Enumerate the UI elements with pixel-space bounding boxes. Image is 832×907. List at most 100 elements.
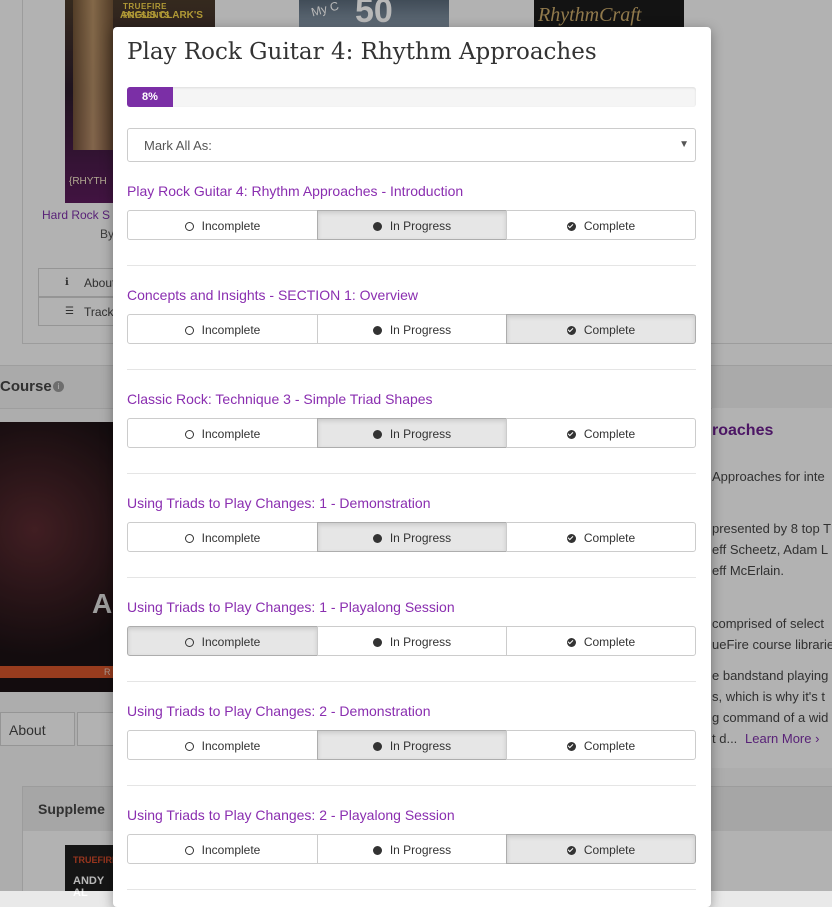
check-circle-icon <box>566 638 576 647</box>
status-button-label: In Progress <box>389 531 452 545</box>
status-button-content: In Progress <box>318 323 506 337</box>
status-button-label: Incomplete <box>201 843 261 857</box>
filled-circle-icon <box>372 742 382 751</box>
status-button-content: Incomplete <box>128 739 317 753</box>
lesson-title-link[interactable]: Concepts and Insights - SECTION 1: Overv… <box>127 287 696 307</box>
filled-circle-icon <box>372 430 382 439</box>
lesson-title-link[interactable]: Play Rock Guitar 4: Rhythm Approaches - … <box>127 183 696 203</box>
status-button-content: Complete <box>507 323 695 337</box>
filled-circle-icon <box>372 326 382 335</box>
status-button-content: Complete <box>507 635 695 649</box>
status-button-label: Incomplete <box>201 219 261 233</box>
status-button-content: Incomplete <box>128 843 317 857</box>
status-button-content: In Progress <box>318 635 506 649</box>
status-complete-button[interactable]: Complete <box>506 626 696 656</box>
status-button-content: Complete <box>507 531 695 545</box>
status-button-label: Complete <box>583 531 636 545</box>
lesson-divider <box>127 265 696 266</box>
status-button-label: In Progress <box>389 427 452 441</box>
status-incomplete-button[interactable]: Incomplete <box>127 314 318 344</box>
status-button-content: Complete <box>507 427 695 441</box>
status-incomplete-button[interactable]: Incomplete <box>127 210 318 240</box>
circle-outline-icon <box>184 534 194 543</box>
circle-outline-icon <box>184 742 194 751</box>
lesson-divider <box>127 473 696 474</box>
lesson-title-link[interactable]: Using Triads to Play Changes: 2 - Demons… <box>127 703 696 723</box>
status-button-group: Incomplete In Progress Complete <box>127 626 696 656</box>
status-button-label: Complete <box>583 739 636 753</box>
status-button-label: Complete <box>583 219 636 233</box>
lesson-row: Concepts and Insights - SECTION 1: Overv… <box>127 287 696 344</box>
status-button-content: In Progress <box>318 427 506 441</box>
status-button-label: Incomplete <box>201 739 261 753</box>
filled-circle-icon <box>372 638 382 647</box>
circle-outline-icon <box>184 846 194 855</box>
status-button-group: Incomplete In Progress Complete <box>127 314 696 344</box>
progress-bar: 8% <box>127 87 696 107</box>
lesson-row: Using Triads to Play Changes: 1 - Playal… <box>127 599 696 656</box>
status-button-group: Incomplete In Progress Complete <box>127 834 696 864</box>
status-button-content: In Progress <box>318 219 506 233</box>
lesson-row: Using Triads to Play Changes: 2 - Playal… <box>127 807 696 864</box>
status-incomplete-button[interactable]: Incomplete <box>127 626 318 656</box>
chevron-down-icon: ▼ <box>679 139 689 150</box>
status-button-label: Incomplete <box>201 323 261 337</box>
status-incomplete-button[interactable]: Incomplete <box>127 730 318 760</box>
status-button-group: Incomplete In Progress Complete <box>127 730 696 760</box>
status-in-progress-button[interactable]: In Progress <box>317 210 507 240</box>
status-complete-button[interactable]: Complete <box>506 210 696 240</box>
status-button-content: In Progress <box>318 739 506 753</box>
status-button-label: Incomplete <box>201 531 261 545</box>
check-circle-icon <box>566 534 576 543</box>
status-complete-button[interactable]: Complete <box>506 834 696 864</box>
status-complete-button[interactable]: Complete <box>506 314 696 344</box>
lesson-row: Using Triads to Play Changes: 2 - Demons… <box>127 703 696 760</box>
status-button-label: Complete <box>583 323 636 337</box>
status-button-content: Complete <box>507 843 695 857</box>
status-button-content: Incomplete <box>128 323 317 337</box>
filled-circle-icon <box>372 846 382 855</box>
status-button-content: In Progress <box>318 531 506 545</box>
status-complete-button[interactable]: Complete <box>506 418 696 448</box>
circle-outline-icon <box>184 222 194 231</box>
check-circle-icon <box>566 326 576 335</box>
lesson-title-link[interactable]: Using Triads to Play Changes: 1 - Playal… <box>127 599 696 619</box>
course-progress-modal: Play Rock Guitar 4: Rhythm Approaches 8%… <box>113 27 711 907</box>
mark-all-label: Mark All As: <box>144 138 212 153</box>
lesson-title-link[interactable]: Using Triads to Play Changes: 1 - Demons… <box>127 495 696 515</box>
status-button-content: Incomplete <box>128 531 317 545</box>
status-in-progress-button[interactable]: In Progress <box>317 522 507 552</box>
status-button-label: In Progress <box>389 323 452 337</box>
lesson-title-link[interactable]: Using Triads to Play Changes: 2 - Playal… <box>127 807 696 827</box>
status-incomplete-button[interactable]: Incomplete <box>127 418 318 448</box>
lesson-row: Using Triads to Play Changes: 1 - Demons… <box>127 495 696 552</box>
status-button-label: In Progress <box>389 219 452 233</box>
status-complete-button[interactable]: Complete <box>506 730 696 760</box>
status-button-label: Incomplete <box>201 635 261 649</box>
lesson-title-link[interactable]: Classic Rock: Technique 3 - Simple Triad… <box>127 391 696 411</box>
status-in-progress-button[interactable]: In Progress <box>317 834 507 864</box>
status-button-group: Incomplete In Progress Complete <box>127 210 696 240</box>
status-button-label: Incomplete <box>201 427 261 441</box>
status-complete-button[interactable]: Complete <box>506 522 696 552</box>
circle-outline-icon <box>184 326 194 335</box>
status-in-progress-button[interactable]: In Progress <box>317 314 507 344</box>
status-in-progress-button[interactable]: In Progress <box>317 730 507 760</box>
lesson-divider <box>127 369 696 370</box>
status-incomplete-button[interactable]: Incomplete <box>127 834 318 864</box>
lesson-divider <box>127 889 696 890</box>
mark-all-select[interactable]: Mark All As: ▼ <box>127 128 696 162</box>
filled-circle-icon <box>372 534 382 543</box>
status-in-progress-button[interactable]: In Progress <box>317 626 507 656</box>
status-button-content: Incomplete <box>128 219 317 233</box>
status-button-label: In Progress <box>389 739 452 753</box>
status-button-group: Incomplete In Progress Complete <box>127 418 696 448</box>
status-in-progress-button[interactable]: In Progress <box>317 418 507 448</box>
check-circle-icon <box>566 846 576 855</box>
status-button-label: In Progress <box>389 635 452 649</box>
status-button-content: Incomplete <box>128 427 317 441</box>
progress-label: 8% <box>142 91 158 103</box>
status-incomplete-button[interactable]: Incomplete <box>127 522 318 552</box>
check-circle-icon <box>566 430 576 439</box>
status-button-label: Complete <box>583 635 636 649</box>
